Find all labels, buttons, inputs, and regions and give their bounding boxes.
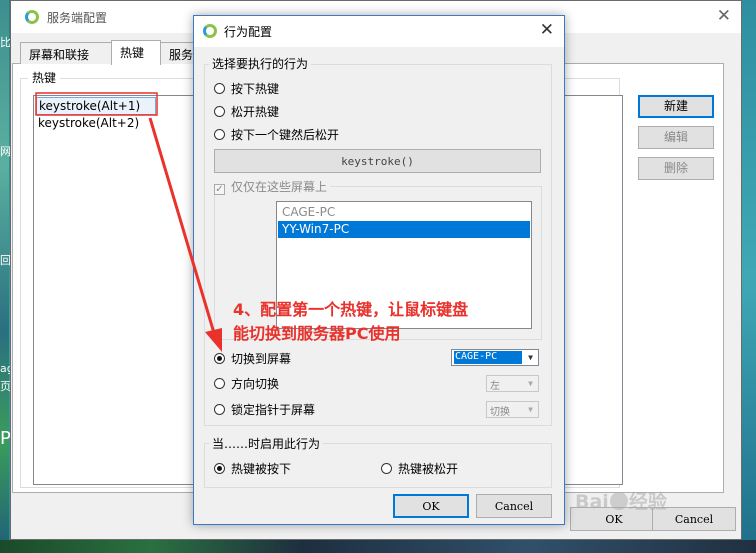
close-icon[interactable]: ✕: [540, 20, 554, 40]
watermark-text: 经验: [628, 491, 667, 513]
edit-hotkey-button[interactable]: 编辑: [638, 126, 714, 149]
separator: [214, 195, 215, 340]
select-value: 左: [490, 381, 500, 392]
radio-label: 方向切换: [231, 377, 280, 391]
desktop-left-edge: [0, 0, 9, 553]
radio-icon: [214, 106, 225, 117]
radio-label: 热键被按下: [231, 462, 292, 476]
app-logo-icon: [203, 24, 217, 38]
hotkey-group-label: 热键: [28, 69, 61, 86]
app-logo-icon: [25, 10, 39, 24]
dialog-cancel-button[interactable]: Cancel: [476, 494, 552, 518]
list-item[interactable]: YY-Win7-PC: [278, 221, 530, 238]
action-release-radio[interactable]: 松开热键: [214, 103, 279, 119]
lock-mode-select[interactable]: 切换 ▼: [486, 401, 539, 418]
action-press-release-radio[interactable]: 按下一个键然后松开: [214, 126, 339, 142]
annotation-line: 4、配置第一个热键，让鼠标键盘: [233, 300, 469, 319]
tab-screens-links[interactable]: 屏幕和联接: [20, 42, 112, 64]
trigger-group-label: 当……时启用此行为: [209, 435, 324, 452]
chevron-down-icon: ▼: [528, 353, 533, 362]
checkbox-check-icon: ✓: [214, 184, 225, 195]
close-icon[interactable]: ✕: [717, 6, 731, 26]
trigger-pressed-radio[interactable]: 热键被按下: [214, 460, 291, 476]
chevron-down-icon: ▼: [528, 405, 533, 414]
radio-label: 按下一个键然后松开: [231, 128, 340, 142]
target-screen-select[interactable]: CAGE-PC ▼: [451, 349, 539, 366]
dialog-titlebar: 行为配置 ✕: [194, 16, 564, 47]
radio-icon: [214, 353, 225, 364]
desktop-right-edge: [742, 0, 756, 553]
radio-icon: [214, 463, 225, 474]
select-value: CAGE-PC: [454, 351, 522, 364]
radio-icon: [381, 463, 392, 474]
radio-label: 按下热键: [231, 82, 280, 96]
select-value: 切换: [490, 407, 510, 418]
lock-pointer-radio[interactable]: 锁定指针于屏幕: [214, 401, 315, 417]
keystroke-button[interactable]: keystroke(): [214, 149, 541, 173]
radio-label: 切换到屏幕: [231, 352, 292, 366]
tab-server[interactable]: 服务端: [160, 42, 194, 64]
list-item[interactable]: CAGE-PC: [278, 204, 530, 221]
dialog-title: 行为配置: [224, 25, 273, 39]
baidu-watermark: Bai 经验: [575, 487, 667, 514]
checkbox-label: 仅仅在这些屏幕上: [231, 180, 328, 194]
chevron-down-icon: ▼: [528, 379, 533, 388]
separator: [330, 186, 542, 187]
separator: [541, 186, 542, 340]
switch-to-screen-radio[interactable]: 切换到屏幕: [214, 350, 291, 366]
new-hotkey-button[interactable]: 新建: [638, 95, 714, 118]
radio-label: 锁定指针于屏幕: [231, 403, 316, 417]
action-press-radio[interactable]: 按下热键: [214, 80, 279, 96]
radio-icon: [214, 404, 225, 415]
main-window-title: 服务端配置: [47, 11, 108, 25]
list-item[interactable]: keystroke(Alt+2): [36, 115, 141, 133]
tab-hotkeys[interactable]: 热键: [111, 40, 161, 65]
action-group-label: 选择要执行的行为: [209, 55, 312, 72]
delete-hotkey-button[interactable]: 删除: [638, 157, 714, 180]
dialog-ok-button[interactable]: OK: [393, 494, 469, 518]
direction-select[interactable]: 左 ▼: [486, 375, 539, 392]
radio-icon: [214, 378, 225, 389]
direction-switch-radio[interactable]: 方向切换: [214, 375, 279, 391]
taskbar: [0, 540, 756, 553]
paw-icon: [609, 492, 628, 510]
only-screens-checkbox[interactable]: ✓ 仅仅在这些屏幕上: [214, 178, 327, 195]
radio-label: 松开热键: [231, 105, 280, 119]
list-item[interactable]: keystroke(Alt+1): [36, 97, 156, 115]
annotation-text: 4、配置第一个热键，让鼠标键盘 能切换到服务器PC使用: [233, 298, 523, 346]
watermark-text: Bai: [575, 491, 609, 513]
radio-label: 热键被松开: [398, 462, 459, 476]
annotation-line: 能切换到服务器PC使用: [233, 324, 401, 343]
trigger-released-radio[interactable]: 热键被松开: [381, 460, 458, 476]
radio-icon: [214, 83, 225, 94]
radio-icon: [214, 129, 225, 140]
